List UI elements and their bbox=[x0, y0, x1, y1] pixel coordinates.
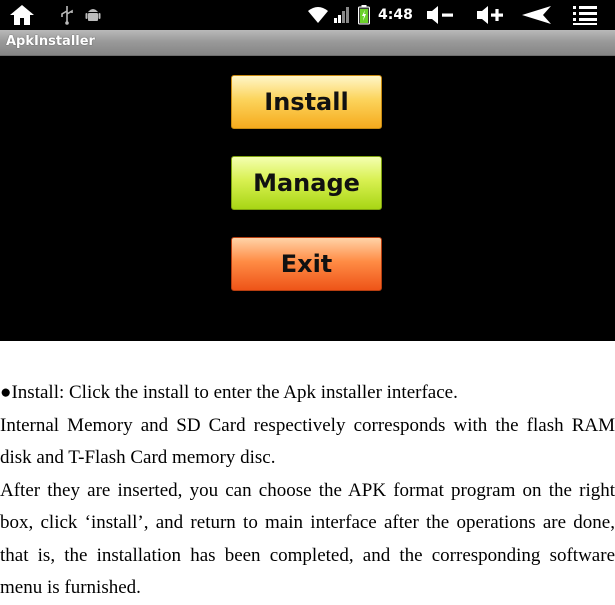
instruction-text: ●Install: Click the install to enter the… bbox=[0, 377, 615, 605]
volume-up-icon[interactable] bbox=[475, 3, 505, 27]
install-steps-paragraph: After they are inserted, you can choose … bbox=[0, 479, 615, 599]
signal-icon bbox=[333, 3, 351, 27]
volume-down-icon[interactable] bbox=[425, 3, 455, 27]
install-button[interactable]: Install bbox=[231, 75, 382, 129]
battery-icon bbox=[357, 3, 371, 27]
manage-button[interactable]: Manage bbox=[231, 156, 382, 210]
status-time: 4:48 bbox=[378, 7, 413, 23]
app-title-bar: ApkInstaller bbox=[0, 30, 615, 56]
status-bar: 4:48 bbox=[0, 0, 615, 30]
menu-icon[interactable] bbox=[571, 3, 599, 27]
device-screen: 4:48 ApkInstaller Install Manage Exit bbox=[0, 0, 615, 341]
android-debug-icon bbox=[84, 3, 102, 27]
app-title: ApkInstaller bbox=[6, 34, 95, 49]
exit-button[interactable]: Exit bbox=[231, 237, 382, 291]
memory-paragraph: Internal Memory and SD Card respectively… bbox=[0, 414, 615, 469]
bullet-install-description: ●Install: Click the install to enter the… bbox=[0, 382, 458, 403]
wifi-icon bbox=[307, 3, 329, 27]
back-icon[interactable] bbox=[521, 3, 553, 27]
home-icon[interactable] bbox=[8, 3, 36, 27]
usb-icon bbox=[58, 3, 76, 27]
